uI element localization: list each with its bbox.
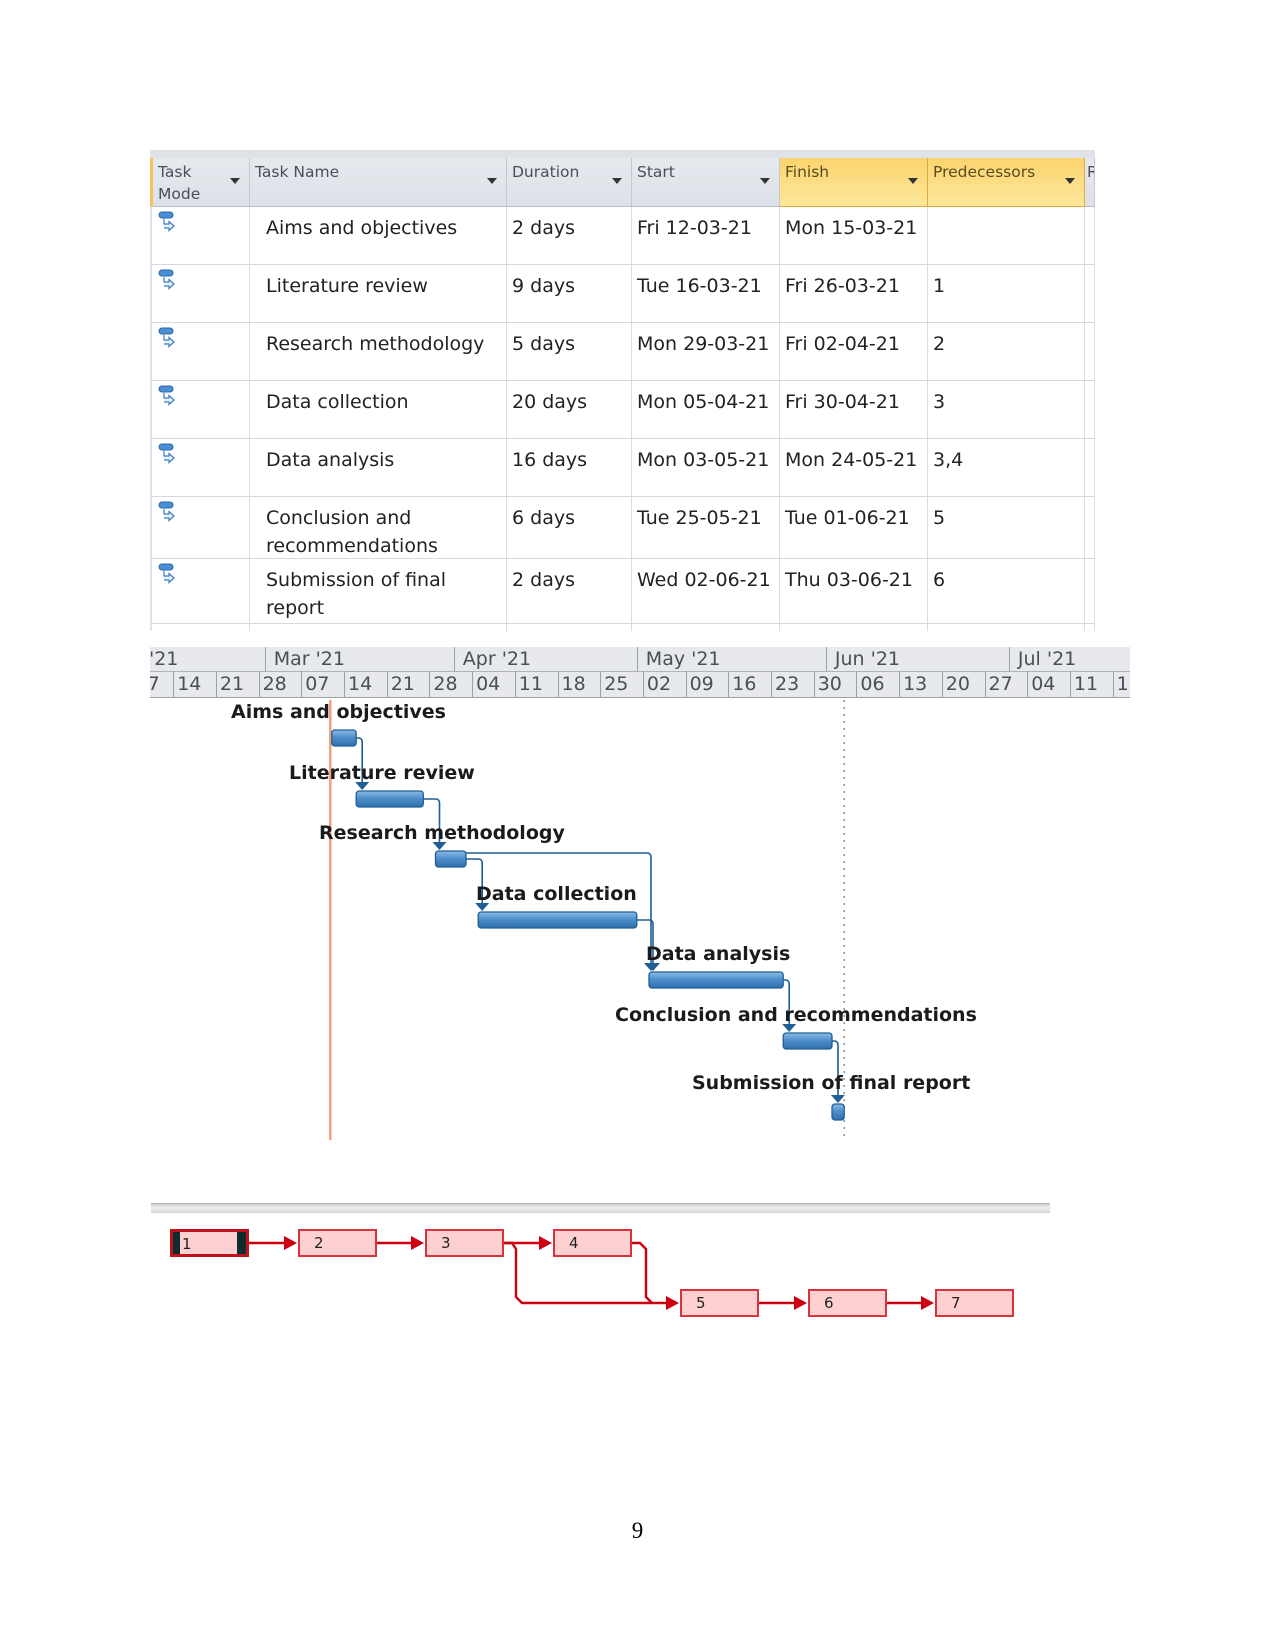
network-node-id: 1 [182,1235,192,1253]
network-node[interactable]: 6 [808,1289,887,1317]
network-arrow-icon [539,1236,552,1250]
network-node[interactable]: 1 [170,1229,249,1257]
page-number: 9 [631,1518,644,1543]
network-arrow-icon [921,1296,934,1310]
network-arrow-icon [411,1236,424,1250]
network-arrow-icon [666,1296,679,1310]
network-link [632,1241,653,1304]
network-node[interactable]: 2 [298,1229,377,1257]
network-node[interactable]: 5 [680,1289,759,1317]
network-node[interactable]: 4 [553,1229,632,1257]
network-node-id: 3 [441,1234,451,1252]
network-node-id: 4 [569,1234,579,1252]
network-node[interactable]: 3 [425,1229,504,1257]
network-node[interactable]: 7 [935,1289,1014,1317]
network-node-id: 5 [696,1294,706,1312]
network-node-id: 2 [314,1234,324,1252]
network-arrow-icon [284,1236,297,1250]
network-arrow-icon [794,1296,807,1310]
network-diagram-links [249,1236,934,1310]
network-node-id: 7 [951,1294,961,1312]
network-node-id: 6 [824,1294,834,1312]
